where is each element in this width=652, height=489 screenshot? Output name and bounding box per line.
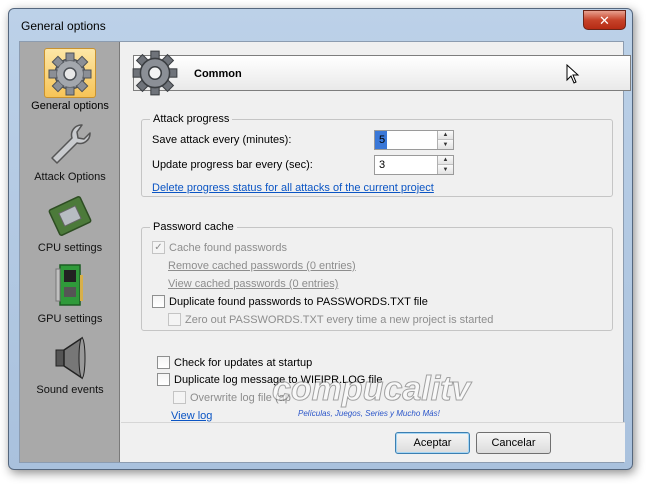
cancel-button[interactable]: Cancelar [476, 432, 551, 454]
checkbox-label: Check for updates at startup [174, 356, 313, 369]
spin-buttons: ▲ ▼ [437, 131, 453, 149]
mouse-cursor-icon [566, 64, 580, 84]
section-title: Common [194, 68, 242, 80]
group-legend: Attack progress [150, 113, 233, 125]
attack-progress-group: Attack progress Save attack every (minut… [141, 113, 613, 197]
checkbox-box [173, 391, 186, 404]
save-attack-label: Save attack every (minutes): [152, 134, 292, 146]
cache-found-passwords-checkbox[interactable]: ✓ Cache found passwords [152, 241, 287, 254]
checkbox-label: Cache found passwords [169, 241, 288, 254]
dialog-client-area: General options Attack Options CPU setti… [19, 41, 631, 463]
checkmark-icon: ✓ [152, 241, 165, 254]
title-bar[interactable]: General options ✕ [9, 9, 632, 39]
spin-buttons: ▲ ▼ [437, 156, 453, 174]
sidebar-item-cpu-settings[interactable]: CPU settings [20, 188, 120, 258]
spin-up-button[interactable]: ▲ [438, 131, 453, 140]
section-header: Common [132, 50, 631, 96]
speaker-icon [55, 336, 86, 380]
sidebar-item-label: Attack Options [34, 171, 106, 183]
sidebar-item-label: General options [31, 100, 109, 112]
group-legend: Password cache [150, 221, 237, 233]
save-attack-input[interactable] [375, 131, 437, 149]
checkbox-label: Overwrite log file (ap [190, 391, 291, 404]
view-cached-passwords-link[interactable]: View cached passwords (0 entries) [168, 278, 338, 290]
sidebar-item-gpu-settings[interactable]: GPU settings [20, 259, 120, 329]
gear-icon [132, 50, 178, 96]
window-title: General options [21, 19, 106, 33]
sidebar: General options Attack Options CPU setti… [20, 42, 120, 462]
close-icon: ✕ [599, 12, 610, 28]
update-progress-stepper[interactable]: ▲ ▼ [374, 155, 454, 175]
checkbox-label: Duplicate found passwords to PASSWORDS.T… [169, 295, 428, 308]
duplicate-log-checkbox[interactable]: Duplicate log message to WIFIPR.LOG file [157, 373, 382, 386]
spin-up-button[interactable]: ▲ [438, 156, 453, 165]
sidebar-item-label: CPU settings [37, 242, 103, 254]
content-pane: Common Attack progress Save attack every… [121, 42, 631, 422]
gear-icon [48, 52, 92, 96]
checkbox-label: Duplicate log message to WIFIPR.LOG file [174, 373, 383, 386]
wrench-icon [51, 124, 91, 164]
password-cache-group: Password cache ✓ Cache found passwords R… [141, 221, 613, 331]
sidebar-item-sound-events[interactable]: Sound events [20, 330, 120, 400]
update-progress-input[interactable] [375, 156, 437, 174]
remove-cached-passwords-link[interactable]: Remove cached passwords (0 entries) [168, 260, 356, 272]
close-button[interactable]: ✕ [583, 10, 626, 30]
checkbox-box [157, 373, 170, 386]
checkbox-box [157, 356, 170, 369]
check-updates-checkbox[interactable]: Check for updates at startup [157, 356, 312, 369]
options-window: General options ✕ General options Attack… [8, 8, 633, 470]
duplicate-passwords-checkbox[interactable]: Duplicate found passwords to PASSWORDS.T… [152, 295, 428, 308]
sidebar-item-general-options[interactable]: General options [20, 46, 120, 116]
cpu-icon [48, 196, 92, 236]
checkbox-box [152, 295, 165, 308]
spin-down-button[interactable]: ▼ [438, 165, 453, 174]
spin-down-button[interactable]: ▼ [438, 140, 453, 149]
checkbox-box [168, 313, 181, 326]
accept-button[interactable]: Aceptar [395, 432, 470, 454]
sidebar-item-label: Sound events [36, 384, 104, 396]
sidebar-item-attack-options[interactable]: Attack Options [20, 117, 120, 187]
save-attack-stepper[interactable]: ▲ ▼ [374, 130, 454, 150]
sidebar-item-label: GPU settings [37, 313, 103, 325]
gpu-card-icon [55, 264, 83, 306]
delete-progress-link[interactable]: Delete progress status for all attacks o… [152, 182, 434, 194]
view-log-link[interactable]: View log [171, 410, 212, 422]
checkbox-label: Zero out PASSWORDS.TXT every time a new … [185, 313, 494, 326]
zero-out-passwords-checkbox[interactable]: Zero out PASSWORDS.TXT every time a new … [168, 313, 493, 326]
update-progress-label: Update progress bar every (sec): [152, 159, 313, 171]
dialog-footer: Aceptar Cancelar [121, 422, 625, 462]
overwrite-log-checkbox[interactable]: Overwrite log file (ap [173, 391, 291, 404]
